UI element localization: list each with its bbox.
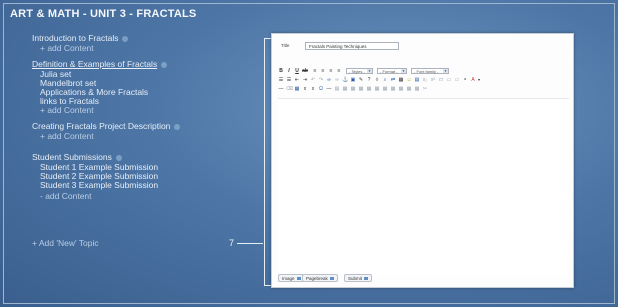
align-left-icon[interactable]: ≡ [312,68,318,74]
table-icon[interactable]: ▦ [398,77,404,83]
add-content-link[interactable]: + add Content [40,105,94,115]
styles-select[interactable]: - Styles - ▾ [346,68,373,74]
editor-bottom-bar: Image Pagebreak Submit [278,274,569,284]
bold-icon[interactable]: B [278,68,284,74]
horizontal-rule-icon[interactable]: — [278,86,284,92]
styles-select-value: - Styles - [349,69,365,74]
link-icon[interactable]: ∞ [326,77,332,83]
charmap-icon[interactable]: Ω [318,86,324,92]
image-button[interactable]: Image [278,274,305,282]
toolbar-row-2: ☰ ☰ ⇤ ⇥ ↶ ↷ ∞ ∞ ⚓ ▣ ✎ ? ◊ ⌕ ⇄ ▦ ☺ ▤ x₂ x… [278,77,569,86]
paste-word-icon[interactable]: ▭ [454,77,460,83]
submit-button[interactable]: Submit [344,274,373,282]
merge-cells-icon[interactable]: ▦ [366,86,372,92]
add-content-link[interactable]: + add Content [40,131,94,141]
delete-row-icon[interactable]: ▦ [382,86,388,92]
insert-row-icon[interactable]: ▦ [398,86,404,92]
topic-label: Definition & Examples of Fractals [32,59,158,69]
title-label: Title [281,43,290,48]
pagebreak-icon [329,277,334,281]
font-family-select-value: - Font family - [414,69,439,74]
pagebreak-button-label: Pagebreak [306,276,328,281]
topic-definition-examples[interactable]: Definition & Examples of Fractals [32,59,168,69]
outdent-icon[interactable]: ⇤ [294,77,300,83]
table-row-icon[interactable]: ▦ [342,86,348,92]
submit-icon [364,277,369,281]
table-col-icon[interactable]: ▦ [350,86,356,92]
topic-label: Student Submissions [32,152,112,162]
info-icon [161,61,168,68]
insert-date-icon[interactable]: ▤ [334,86,340,92]
numbered-list-icon[interactable]: ☰ [286,77,292,83]
spellcheck-icon[interactable]: ᵃ [462,77,468,83]
rule-icon[interactable]: ― [326,86,332,92]
pagebreak-button[interactable]: Pagebreak [302,274,338,282]
subtopic-student-3[interactable]: Student 3 Example Submission [40,180,158,190]
format-select-value: - Format - [380,69,398,74]
cell-props-icon[interactable]: ▦ [358,86,364,92]
topic-introduction[interactable]: Introduction to Fractals [32,33,129,43]
submit-button-label: Submit [348,276,363,281]
undo-icon[interactable]: ↶ [310,77,316,83]
subscript-icon[interactable]: x₂ [422,77,428,83]
content-editor-window: Title Fractals Painting Techniques B I U… [271,33,574,288]
indent-icon[interactable]: ⇥ [302,77,308,83]
superscript-x-icon[interactable]: x [310,86,316,92]
anchor-icon[interactable]: ⚓ [342,77,348,83]
add-content-link[interactable]: + add Content [40,43,94,53]
image-button-label: Image [282,276,295,281]
replace-icon[interactable]: ⇄ [390,77,396,83]
title-input[interactable]: Fractals Painting Techniques [305,42,399,50]
align-right-icon[interactable]: ≡ [328,68,334,74]
chevron-down-icon[interactable]: ▾ [476,77,482,83]
topic-label: Creating Fractals Project Description [32,121,171,131]
split-cells-icon[interactable]: ▦ [374,86,380,92]
strikethrough-icon[interactable]: ab [302,68,308,74]
toolbar-row-3: — ⌫ ▦ x x Ω ― ▤ ▦ ▦ ▦ ▦ ▦ ▦ ▦ ▦ ▦ ▦ ✂ [278,86,569,95]
align-center-icon[interactable]: ≡ [320,68,326,74]
add-content-link[interactable]: - add Content [40,191,92,201]
fullscreen-icon[interactable]: □ [438,77,444,83]
bullet-list-icon[interactable]: ☰ [278,77,284,83]
editor-content-area[interactable] [278,98,569,275]
align-justify-icon[interactable]: ≡ [336,68,342,74]
find-icon[interactable]: ⌕ [382,77,388,83]
emotions-icon[interactable]: ☺ [406,77,412,83]
visual-aid-icon[interactable]: ▦ [294,86,300,92]
unlink-icon[interactable]: ∞ [334,77,340,83]
info-icon [115,154,122,161]
chevron-down-icon: ▾ [401,69,406,73]
insert-col-icon[interactable]: ▦ [406,86,412,92]
paste-text-icon[interactable]: ▭ [446,77,452,83]
chevron-down-icon: ▾ [367,69,372,73]
help-icon[interactable]: ? [366,77,372,83]
media-icon[interactable]: ▤ [414,77,420,83]
image-icon [296,277,301,281]
topic-nav: Introduction to Fractals + add Content D… [0,0,250,307]
superscript-icon[interactable]: x² [430,77,436,83]
underline-icon[interactable]: U [294,68,300,74]
redo-icon[interactable]: ↷ [318,77,324,83]
info-icon [174,123,181,130]
cut-icon[interactable]: ✂ [422,86,428,92]
callout-number: 7 [229,238,235,248]
topic-label: Introduction to Fractals [32,33,119,43]
topic-student-submissions[interactable]: Student Submissions [32,152,122,162]
image-icon[interactable]: ▣ [350,77,356,83]
subscript-x-icon[interactable]: x [302,86,308,92]
callout-line [237,243,263,244]
info-icon [122,35,129,42]
italic-icon[interactable]: I [286,68,292,74]
add-new-topic-link[interactable]: + Add 'New' Topic [32,238,99,248]
format-select[interactable]: - Format - ▾ [377,68,407,74]
toolbar-row-1: B I U ab ≡ ≡ ≡ ≡ - Styles - ▾ - Format - ▾… [278,68,569,77]
topic-creating-fractals[interactable]: Creating Fractals Project Description [32,121,181,131]
cleanup-icon[interactable]: ✎ [358,77,364,83]
chevron-down-icon: ▾ [443,69,448,73]
table-props-icon[interactable]: ▦ [414,86,420,92]
font-family-select[interactable]: - Font family - ▾ [411,68,449,74]
delete-col-icon[interactable]: ▦ [390,86,396,92]
remove-format-icon[interactable]: ⌫ [286,86,293,92]
html-source-icon[interactable]: ◊ [374,77,380,83]
